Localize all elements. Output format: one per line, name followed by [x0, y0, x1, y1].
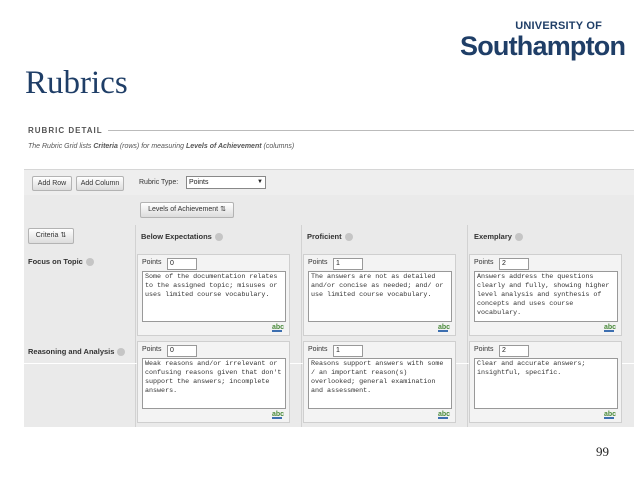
points-label: Points [142, 259, 162, 266]
criterion-reasoning-and-analysis: Reasoning and Analysis [28, 347, 126, 357]
university-logo: UNIVERSITY OF Southampton [458, 20, 626, 62]
rubric-type-select[interactable]: Points ▼ [186, 176, 266, 189]
spellcheck-icon[interactable]: abc [604, 411, 616, 419]
spellcheck-icon[interactable]: abc [272, 411, 284, 419]
description-textarea[interactable]: Answers address the questions clearly an… [474, 271, 618, 322]
desc-middle: (rows) for measuring [117, 143, 186, 150]
spellcheck-icon[interactable]: abc [438, 324, 450, 332]
spellcheck-icon[interactable]: abc [438, 411, 450, 419]
description-textarea[interactable]: Weak reasons and/or irrelevant or confus… [142, 358, 286, 409]
help-icon[interactable] [85, 258, 94, 267]
column-label: Exemplary [474, 232, 512, 241]
column-divider [135, 225, 136, 427]
points-label: Points [308, 259, 328, 266]
points-input[interactable]: 1 [333, 258, 363, 270]
add-row-button[interactable]: Add Row [32, 176, 72, 191]
levels-of-achievement-button[interactable]: Levels of Achievement ⇅ [140, 202, 234, 218]
rubric-description: The Rubric Grid lists Criteria (rows) fo… [28, 143, 294, 150]
rubric-cell: Points 0 Some of the documentation relat… [137, 254, 290, 336]
spellcheck-icon[interactable]: abc [272, 324, 284, 332]
help-icon[interactable] [214, 233, 223, 242]
points-label: Points [474, 259, 494, 266]
description-textarea[interactable]: Reasons support answers with some / an i… [308, 358, 452, 409]
desc-prefix: The Rubric Grid lists [28, 143, 94, 150]
help-icon[interactable] [117, 348, 126, 357]
help-icon[interactable] [344, 233, 353, 242]
column-divider [467, 225, 468, 427]
column-divider [301, 225, 302, 427]
column-header-proficient: Proficient [307, 232, 353, 242]
sort-icon: ⇅ [220, 206, 226, 213]
column-label: Below Expectations [141, 232, 212, 241]
logo-line-2: Southampton [460, 31, 626, 61]
chevron-down-icon: ▼ [257, 179, 263, 185]
description-textarea[interactable]: Clear and accurate answers; insightful, … [474, 358, 618, 409]
points-label: Points [142, 346, 162, 353]
criterion-label: Reasoning and Analysis [28, 347, 115, 356]
help-icon[interactable] [514, 233, 523, 242]
criteria-button[interactable]: Criteria ⇅ [28, 228, 74, 244]
rubric-detail-heading: RUBRIC DETAIL [28, 126, 103, 135]
criteria-button-label: Criteria [35, 232, 59, 239]
sort-icon: ⇅ [60, 232, 67, 239]
column-label: Proficient [307, 232, 342, 241]
rubric-cell: Points 2 Clear and accurate answers; ins… [469, 341, 622, 423]
slide-title: Rubrics [25, 65, 128, 101]
heading-rule [108, 130, 634, 131]
rubric-cell: Points 2 Answers address the questions c… [469, 254, 622, 336]
desc-criteria: Criteria [93, 143, 118, 150]
column-header-exemplary: Exemplary [474, 232, 523, 242]
rubric-type-label: Rubric Type: [139, 179, 179, 186]
rubric-cell: Points 0 Weak reasons and/or irrelevant … [137, 341, 290, 423]
points-label: Points [474, 346, 494, 353]
desc-suffix: (columns) [261, 143, 295, 150]
page-number: 99 [596, 444, 609, 459]
column-header-below-expectations: Below Expectations [141, 232, 223, 242]
rubric-cell: Points 1 The answers are not as detailed… [303, 254, 456, 336]
points-label: Points [308, 346, 328, 353]
rubric-cell: Points 1 Reasons support answers with so… [303, 341, 456, 423]
levels-button-label: Levels of Achievement [148, 206, 219, 213]
rubric-type-value: Points [189, 179, 209, 186]
rubric-toolbar: Add Row Add Column Rubric Type: Points ▼ [24, 169, 634, 197]
description-textarea[interactable]: Some of the documentation relates to the… [142, 271, 286, 322]
points-input[interactable]: 1 [333, 345, 363, 357]
rubric-grid: Levels of Achievement ⇅ Criteria ⇅ Below… [24, 195, 634, 427]
criterion-label: Focus on Topic [28, 257, 83, 266]
spellcheck-icon[interactable]: abc [604, 324, 616, 332]
points-input[interactable]: 0 [167, 258, 197, 270]
rubric-screenshot: RUBRIC DETAIL The Rubric Grid lists Crit… [24, 119, 634, 427]
desc-levels: Levels of Achievement [185, 143, 262, 150]
add-column-button[interactable]: Add Column [76, 176, 124, 191]
points-input[interactable]: 2 [499, 345, 529, 357]
description-textarea[interactable]: The answers are not as detailed and/or c… [308, 271, 452, 322]
points-input[interactable]: 2 [499, 258, 529, 270]
points-input[interactable]: 0 [167, 345, 197, 357]
criterion-focus-on-topic: Focus on Topic [28, 257, 94, 267]
